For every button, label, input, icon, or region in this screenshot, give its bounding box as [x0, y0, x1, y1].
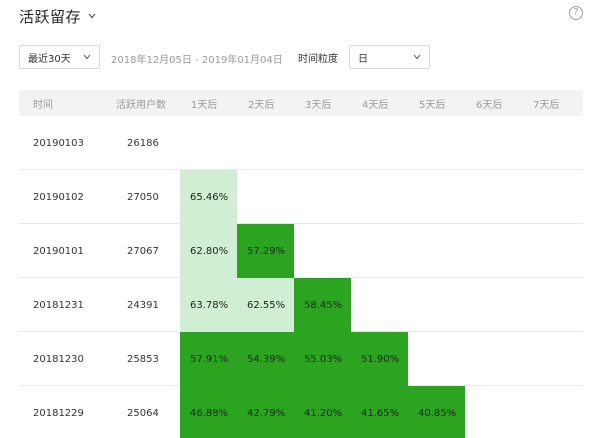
retention-cell: 54.39%: [237, 332, 294, 386]
row-date: 20181231: [33, 299, 84, 311]
table-body: 20190103 26186 20190102 27050 65.46% 20190101…: [19, 116, 583, 438]
row-date: 20190101: [33, 245, 84, 257]
table-row: 20181230 25853 57.91% 54.39% 55.03% 51.90%: [19, 332, 583, 386]
retention-cell: 40.85%: [408, 386, 465, 438]
retention-cell: 58.45%: [294, 278, 351, 332]
date-range: 2018年12月05日 - 2019年01月04日: [111, 55, 283, 66]
column-header: 2天后: [248, 99, 275, 111]
retention-cell: 42.79%: [237, 386, 294, 438]
period-select-value: 最近30天: [28, 53, 71, 65]
retention-cell: 41.20%: [294, 386, 351, 438]
table-row: 20190101 27067 62.80% 57.29%: [19, 224, 583, 278]
granularity-label: 时间粒度: [298, 54, 338, 65]
column-header: 6天后: [476, 99, 503, 111]
chevron-down-icon: [83, 54, 91, 60]
row-active-users: 24391: [127, 299, 159, 311]
granularity-select-value: 日: [358, 53, 368, 65]
retention-cell: 46.88%: [180, 386, 237, 438]
row-date: 20190102: [33, 191, 84, 203]
column-header: 活跃用户数: [116, 99, 166, 111]
page-title: 活跃留存: [19, 7, 82, 26]
retention-cell: 65.46%: [180, 170, 237, 224]
table-row: 20190102 27050 65.46%: [19, 170, 583, 224]
table-row: 20181229 25064 46.88% 42.79% 41.20% 41.65% 40.…: [19, 386, 583, 438]
retention-cell: 51.90%: [351, 332, 408, 386]
retention-cell: 57.29%: [237, 224, 294, 278]
row-active-users: 26186: [127, 137, 159, 149]
retention-cell: 62.80%: [180, 224, 237, 278]
column-header: 1天后: [191, 99, 218, 111]
retention-cell: 63.78%: [180, 278, 237, 332]
table-row: 20181231 24391 63.78% 62.55% 58.45%: [19, 278, 583, 332]
retention-cell: 57.91%: [180, 332, 237, 386]
retention-cell: 62.55%: [237, 278, 294, 332]
retention-table: 时间 活跃用户数 1天后 2天后 3天后 4天后 5天后 6天后 7天后 20190103 261…: [19, 90, 583, 438]
retention-cell: 55.03%: [294, 332, 351, 386]
granularity-select[interactable]: 日: [349, 45, 430, 69]
column-header: 3天后: [305, 99, 332, 111]
row-active-users: 27050: [127, 191, 159, 203]
chevron-down-icon: [88, 13, 96, 19]
help-icon[interactable]: ?: [569, 6, 583, 20]
row-date: 20181230: [33, 353, 84, 365]
row-active-users: 25064: [127, 407, 159, 419]
column-header: 5天后: [419, 99, 446, 111]
period-select[interactable]: 最近30天: [19, 45, 100, 69]
row-date: 20190103: [33, 137, 84, 149]
chevron-down-icon: [413, 54, 421, 60]
row-active-users: 27067: [127, 245, 159, 257]
column-header: 7天后: [533, 99, 560, 111]
row-date: 20181229: [33, 407, 84, 419]
row-active-users: 25853: [127, 353, 159, 365]
column-header: 时间: [33, 99, 53, 111]
table-header: 时间 活跃用户数 1天后 2天后 3天后 4天后 5天后 6天后 7天后: [19, 90, 583, 116]
retention-cell: 41.65%: [351, 386, 408, 438]
column-header: 4天后: [362, 99, 389, 111]
table-row: 20190103 26186: [19, 116, 583, 170]
page-title-dropdown[interactable]: 活跃留存: [19, 5, 97, 27]
